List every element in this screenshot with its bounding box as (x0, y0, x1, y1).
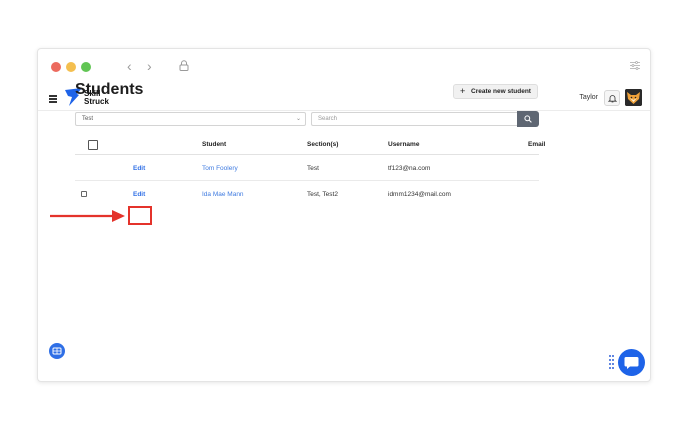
column-header-sections[interactable]: Section(s) (307, 141, 338, 148)
notifications-button[interactable] (604, 90, 620, 106)
chat-support-button[interactable] (618, 349, 645, 376)
chevron-right-icon[interactable]: › (147, 59, 152, 73)
search-input[interactable]: Search (311, 112, 517, 126)
chevron-left-icon[interactable]: ‹ (127, 59, 132, 73)
student-name-link[interactable]: Ida Mae Mann (202, 191, 244, 198)
student-username: tf123@na.com (388, 165, 431, 172)
chat-bubble-icon (624, 357, 639, 369)
chevron-down-icon: ⌄ (295, 116, 301, 122)
select-all-checkbox[interactable] (88, 140, 98, 150)
minimize-window-button[interactable] (66, 62, 76, 72)
hamburger-menu-icon[interactable] (49, 95, 57, 104)
student-sections: Test, Test2 (307, 191, 338, 198)
lock-icon (179, 60, 189, 71)
bell-icon (608, 95, 617, 103)
column-header-username[interactable]: Username (388, 141, 419, 148)
close-window-button[interactable] (51, 62, 61, 72)
row-checkbox[interactable] (81, 191, 87, 197)
highlight-box (128, 206, 152, 225)
student-name-link[interactable]: Tom Foolery (202, 165, 238, 172)
table-row: Edit Ida Mae Mann Test, Test2 idmm1234@m… (75, 182, 539, 207)
page-title: Students (75, 81, 144, 98)
table-header: Student Section(s) Username Email (75, 134, 545, 155)
create-new-student-button[interactable]: + Create new student (453, 84, 538, 99)
edit-button[interactable]: Edit (133, 191, 145, 198)
column-header-student[interactable]: Student (202, 141, 226, 148)
maximize-window-button[interactable] (81, 62, 91, 72)
search-placeholder: Search (318, 116, 338, 122)
drag-handle-icon[interactable] (609, 355, 614, 370)
fox-avatar-icon (625, 89, 642, 106)
create-new-student-label: Create new student (471, 88, 531, 95)
table-row: Edit Tom Foolery Test tf123@na.com (75, 156, 539, 181)
accessibility-widget-button[interactable] (49, 343, 65, 359)
student-sections: Test (307, 165, 319, 172)
sliders-icon[interactable] (630, 61, 640, 70)
column-header-email[interactable]: Email (528, 141, 545, 148)
section-filter-value: Test (82, 116, 94, 122)
search-icon (524, 115, 532, 123)
plus-icon: + (460, 86, 466, 96)
user-name[interactable]: Taylor (579, 94, 598, 101)
section-filter-select[interactable]: Test ⌄ (75, 112, 306, 126)
browser-chrome: ‹ › (38, 49, 650, 85)
student-username: idmm1234@mail.com (388, 191, 451, 198)
accessibility-icon (52, 347, 62, 355)
pointer-arrow-icon (50, 210, 125, 222)
avatar[interactable] (625, 89, 642, 106)
edit-button[interactable]: Edit (133, 165, 145, 172)
search-button[interactable] (517, 111, 539, 127)
